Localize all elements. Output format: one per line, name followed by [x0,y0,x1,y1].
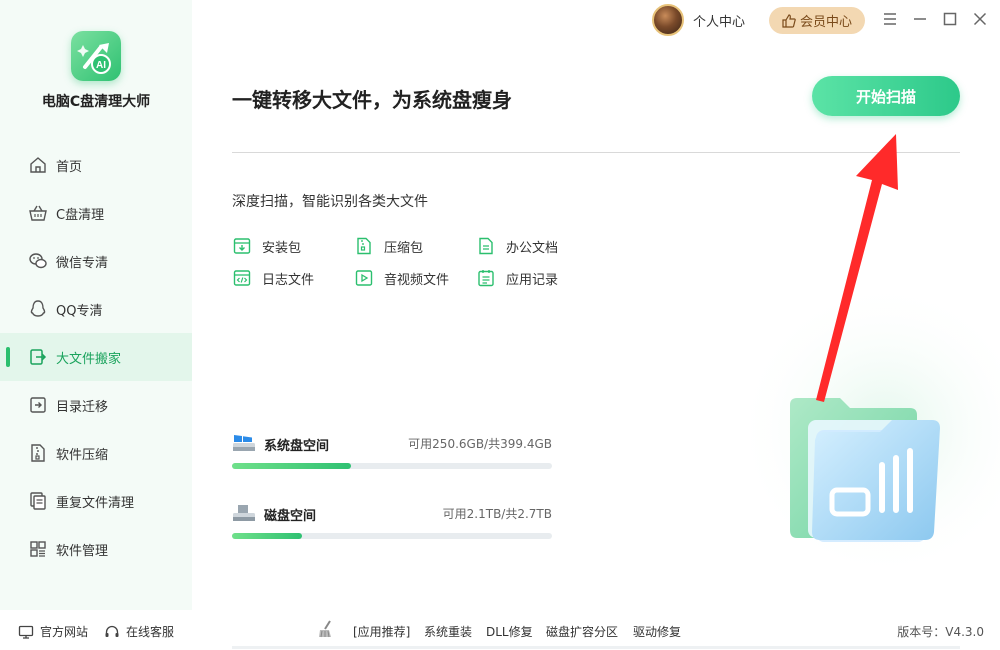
system-drive-icon [233,435,255,451]
disk-usage-fill [232,463,352,469]
sidebar: AI 电脑C盘清理大师 首页 C盘清理 微信专清 QQ专清 大文件搬家 目录迁移 [0,0,192,610]
file-move-icon [30,349,47,365]
monitor-icon [18,625,34,639]
category-office-doc: 办公文档 [476,236,558,256]
personal-center-link[interactable]: 个人中心 [693,11,745,30]
log-file-icon [233,270,251,286]
app-logo-icon: AI [71,31,121,81]
footer: 官方网站 在线客服 [应用推荐] 系统重装 DLL修复 磁盘扩容分区 驱动修复 … [0,610,1000,650]
sidebar-item-label: 重复文件清理 [56,495,135,511]
disk-name: 系统盘空间 [264,439,330,454]
duplicate-file-icon [30,492,46,510]
page-title: 一键转移大文件，为系统盘瘦身 [232,88,512,112]
hard-drive-icon [233,505,255,521]
sidebar-item-c-clean[interactable]: C盘清理 [0,189,192,237]
category-install-package: 安装包 [232,236,301,256]
sidebar-item-software-manage[interactable]: 软件管理 [0,525,192,573]
category-label: 办公文档 [506,240,559,256]
disk-usage-bar [232,533,552,539]
install-package-icon [233,238,251,254]
video-file-icon [355,270,373,286]
sidebar-item-label: QQ专清 [56,303,103,319]
disk-info: 可用2.1TB/共2.7TB [442,507,552,521]
close-icon[interactable] [971,10,989,28]
zip-icon [31,444,45,462]
basket-icon [29,205,47,221]
disk-usage-bar [232,463,552,469]
document-icon [479,237,493,255]
sidebar-item-duplicate-clean[interactable]: 重复文件清理 [0,477,192,525]
category-label: 安装包 [262,240,302,256]
category-label: 音视频文件 [384,272,450,288]
vip-center-label: 会员中心 [799,14,852,29]
official-site-label: 官方网站 [40,625,89,639]
home-icon [30,157,46,173]
sidebar-item-label: 微信专清 [56,255,109,271]
category-log-file: 日志文件 [232,268,314,288]
disk-name: 磁盘空间 [264,509,317,524]
sidebar-item-home[interactable]: 首页 [0,141,192,189]
sidebar-item-label: 软件管理 [56,543,109,559]
online-service-link[interactable]: 在线客服 [104,623,174,640]
category-archive: 压缩包 [354,236,423,256]
footer-link-dll-repair[interactable]: DLL修复 [486,623,533,640]
sidebar-item-label: C盘清理 [56,207,105,223]
maximize-icon[interactable] [941,10,959,28]
start-scan-button[interactable]: 开始扫描 [812,76,960,116]
sidebar-item-large-file-move[interactable]: 大文件搬家 [0,333,192,381]
sidebar-item-label: 目录迁移 [56,399,109,415]
menu-icon[interactable] [881,10,899,28]
sidebar-item-qq[interactable]: QQ专清 [0,285,192,333]
sidebar-item-soft-compress[interactable]: 软件压缩 [0,429,192,477]
app-name: 电脑C盘清理大师 [41,94,151,110]
category-app-record: 应用记录 [476,268,558,288]
avatar[interactable] [652,4,684,36]
folder-migrate-icon [30,397,46,413]
archive-icon [357,237,371,255]
footer-link-driver-repair[interactable]: 驱动修复 [633,623,681,640]
sidebar-nav: 首页 C盘清理 微信专清 QQ专清 大文件搬家 目录迁移 软件压缩 重复文件清理… [0,141,192,573]
category-label: 压缩包 [384,240,424,256]
category-label: 应用记录 [506,272,559,288]
apps-grid-icon [30,541,46,557]
version-label: 版本号：V4.3.0 [897,625,984,639]
sidebar-item-label: 大文件搬家 [56,351,122,367]
minimize-icon[interactable] [911,10,929,28]
app-recommend-label: [应用推荐] [353,625,411,639]
footer-link-disk-partition[interactable]: 磁盘扩容分区 [546,623,618,640]
disk-usage-fill [232,533,303,539]
thumbs-up-icon [782,13,796,28]
footer-link-reinstall[interactable]: 系统重装 [424,623,472,640]
broom-icon [319,620,331,638]
official-site-link[interactable]: 官方网站 [18,623,88,640]
sidebar-item-label: 软件压缩 [56,447,109,463]
disk-info: 可用250.6GB/共399.4GB [408,437,552,451]
vip-center-button[interactable]: 会员中心 [769,7,865,34]
headset-icon [105,625,119,637]
footer-scroll-track [232,646,960,649]
page-subtitle: 深度扫描，智能识别各类大文件 [232,194,428,210]
wechat-icon [29,253,47,269]
qq-icon [30,300,46,317]
app-record-icon [478,270,494,287]
red-arrow-annotation [816,134,898,402]
sidebar-item-dir-migrate[interactable]: 目录迁移 [0,381,192,429]
category-video-file: 音视频文件 [354,268,449,288]
category-label: 日志文件 [262,272,315,288]
svg-text:AI: AI [96,60,106,71]
sidebar-item-label: 首页 [56,159,83,175]
online-service-label: 在线客服 [126,625,175,639]
sidebar-item-wechat[interactable]: 微信专清 [0,237,192,285]
